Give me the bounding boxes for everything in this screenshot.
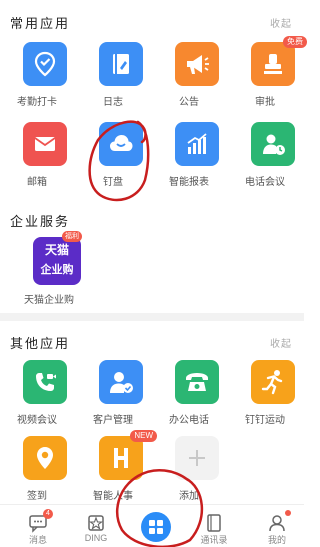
notification-dot bbox=[285, 510, 291, 516]
app-label: 电话会议 bbox=[245, 177, 285, 188]
tab-workbench[interactable] bbox=[141, 512, 171, 542]
hr-icon: NEW bbox=[99, 430, 157, 480]
runner-icon bbox=[251, 360, 295, 404]
section-divider bbox=[0, 313, 304, 321]
section-title-enterprise: 企业服务 bbox=[10, 214, 71, 229]
app-journal[interactable]: 日志 bbox=[76, 42, 152, 114]
tab-ding[interactable]: DING bbox=[66, 505, 126, 547]
app-add[interactable]: 添加 bbox=[152, 436, 228, 508]
section-title-other: 其他应用 bbox=[10, 336, 71, 351]
tianmao-icon-top: 天猫 bbox=[44, 243, 69, 257]
tab-label: 我的 bbox=[267, 535, 286, 545]
app-customer-management[interactable]: 客户管理 bbox=[76, 360, 152, 432]
app-label: 添加 bbox=[179, 491, 199, 502]
location-check-icon bbox=[23, 42, 67, 86]
app-phone-conference[interactable]: 电话会议 bbox=[228, 122, 304, 194]
tab-messages[interactable]: 4 消息 bbox=[8, 505, 68, 547]
app-approval[interactable]: 免费 审批 bbox=[228, 36, 307, 114]
app-label: 天猫企业购 bbox=[24, 295, 74, 306]
app-office-phone[interactable]: 办公电话 bbox=[152, 360, 228, 432]
customer-icon bbox=[99, 360, 143, 404]
app-smart-report[interactable]: 智能报表 bbox=[152, 122, 228, 194]
contacts-icon bbox=[207, 514, 221, 532]
tab-label: DING bbox=[84, 533, 108, 543]
mail-icon bbox=[23, 122, 67, 166]
app-cloud-drive[interactable]: 钉盘 bbox=[76, 122, 152, 194]
profile-icon bbox=[269, 515, 285, 532]
app-label: 审批 bbox=[255, 97, 275, 108]
collapse-button-common[interactable]: 收起 bbox=[270, 15, 292, 30]
app-announcement[interactable]: 公告 bbox=[152, 42, 228, 114]
free-badge: 免费 bbox=[283, 36, 307, 48]
journal-icon bbox=[99, 42, 143, 86]
cloud-icon bbox=[99, 122, 143, 166]
chart-icon bbox=[175, 122, 219, 166]
message-count-badge: 4 bbox=[43, 509, 53, 519]
app-checkin[interactable]: 签到 bbox=[0, 436, 76, 508]
app-ding-sport[interactable]: 钉钉运动 bbox=[228, 360, 304, 432]
tab-label: 消息 bbox=[28, 535, 47, 545]
phone-conference-icon bbox=[251, 122, 295, 166]
app-label: 钉钉运动 bbox=[245, 415, 285, 426]
section-header-enterprise: 企业服务 bbox=[0, 211, 304, 231]
tab-label: 通讯录 bbox=[200, 535, 228, 545]
grid-icon bbox=[149, 520, 163, 534]
stamp-icon: 免费 bbox=[251, 36, 307, 86]
megaphone-icon bbox=[175, 42, 219, 86]
plus-icon bbox=[175, 436, 219, 480]
tab-profile[interactable]: 我的 bbox=[247, 505, 307, 547]
tianmao-icon-bottom: 企业购 bbox=[40, 264, 74, 276]
pin-icon bbox=[23, 436, 67, 480]
video-call-icon bbox=[23, 360, 67, 404]
app-attendance[interactable]: 考勤打卡 bbox=[0, 42, 76, 114]
app-video-conference[interactable]: 视频会议 bbox=[0, 360, 76, 432]
tab-contacts[interactable]: 通讯录 bbox=[184, 505, 244, 547]
welfare-badge: 福利 bbox=[62, 231, 82, 242]
ding-icon bbox=[88, 515, 104, 531]
collapse-button-other[interactable]: 收起 bbox=[270, 335, 292, 350]
app-smart-hr[interactable]: NEW 智能人事 bbox=[76, 430, 157, 508]
section-header-other: 其他应用 收起 bbox=[0, 333, 304, 353]
section-header-common: 常用应用 收起 bbox=[0, 13, 304, 33]
section-title-common: 常用应用 bbox=[10, 16, 71, 31]
tianmao-icon: 天猫 企业购 bbox=[33, 237, 81, 285]
app-mail[interactable]: 邮箱 bbox=[0, 122, 76, 194]
telephone-icon bbox=[175, 360, 219, 404]
